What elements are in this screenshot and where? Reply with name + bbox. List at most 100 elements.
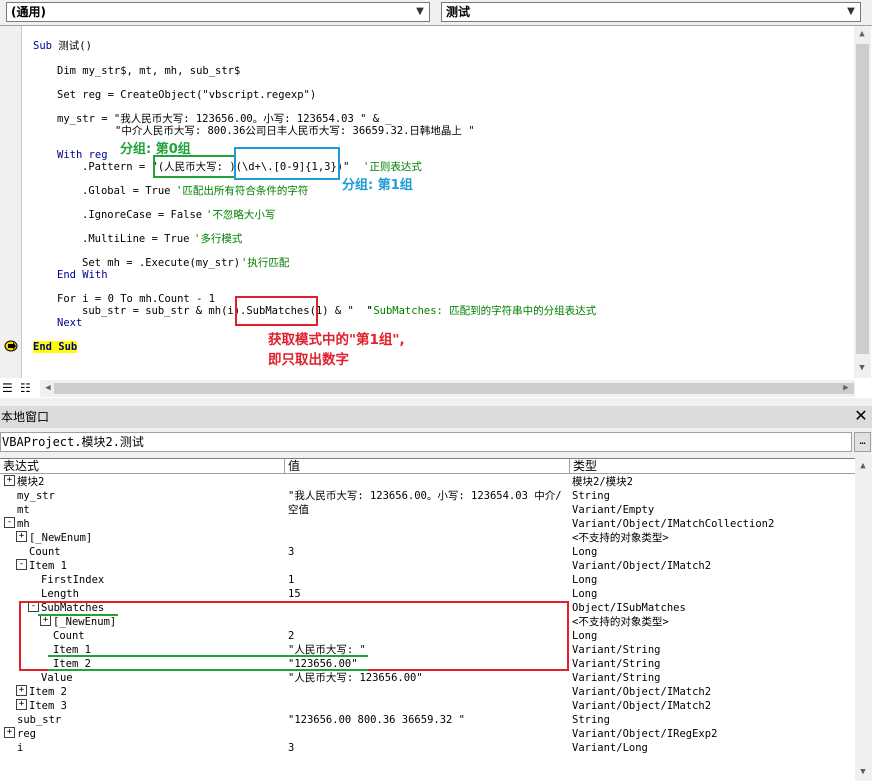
scroll-up-icon[interactable]: ▲ <box>855 458 871 474</box>
row-expression: Count <box>29 546 61 558</box>
locals-row[interactable]: Length 15 Long <box>0 587 855 601</box>
submatches-underline <box>38 614 118 616</box>
row-expression: mh <box>17 518 30 530</box>
expand-icon[interactable]: + <box>4 475 15 486</box>
row-type: Variant/Object/IRegExp2 <box>572 728 718 740</box>
expand-icon[interactable]: + <box>4 727 15 738</box>
row-value[interactable]: 15 <box>288 587 570 601</box>
editor-horizontal-scrollbar[interactable]: ◀ ▶ <box>40 380 855 397</box>
row-type: Long <box>572 546 598 558</box>
item1-underline <box>48 655 368 657</box>
row-value[interactable]: 空值 <box>288 503 570 517</box>
code-line: Next <box>57 317 83 329</box>
code-line: Set reg = CreateObject("vbscript.regexp"… <box>57 89 317 101</box>
locals-row[interactable]: Value "人民币大写: 123656.00" Variant/String <box>0 671 855 685</box>
collapse-icon[interactable]: - <box>4 517 15 528</box>
row-expression: FirstIndex <box>41 574 105 586</box>
procedure-combo[interactable]: 测试 ▼ <box>441 2 861 22</box>
chevron-down-icon[interactable]: ▼ <box>412 4 428 20</box>
expand-icon[interactable]: + <box>16 699 27 710</box>
locals-row[interactable]: - mh Variant/Object/IMatchCollection2 <box>0 517 855 531</box>
locals-vertical-scrollbar[interactable]: ▲ ▼ <box>855 458 872 781</box>
row-type: Object/ISubMatches <box>572 602 686 614</box>
locals-window-titlebar: 本地窗口 ✕ <box>0 406 872 428</box>
column-header-type[interactable]: 类型 <box>570 459 855 474</box>
scroll-up-icon[interactable]: ▲ <box>854 26 870 42</box>
locals-row[interactable]: - Item 1 Variant/Object/IMatch2 <box>0 559 855 573</box>
code-comment: 'SubMatches: 匹配到的字符串中的分组表达式 <box>367 305 597 317</box>
row-type: Variant/Object/IMatch2 <box>572 686 712 698</box>
locals-window-title: 本地窗口 <box>1 410 50 424</box>
expand-icon[interactable]: + <box>16 531 27 542</box>
full-module-view-icon[interactable]: ☷ <box>20 381 31 395</box>
row-type: <不支持的对象类型> <box>572 616 669 628</box>
editor-vertical-scrollbar[interactable]: ▲ ▼ <box>854 26 871 378</box>
row-expression: 模块2 <box>17 476 45 488</box>
call-stack-context: VBAProject.模块2.测试 <box>0 432 852 452</box>
locals-row[interactable]: sub_str "123656.00 800.36 36659.32 " Strin… <box>0 713 855 727</box>
row-value[interactable]: "人民币大写: 123656.00" <box>288 671 570 685</box>
locals-row[interactable]: Count 3 Long <box>0 545 855 559</box>
locals-row[interactable]: + Item 2 Variant/Object/IMatch2 <box>0 685 855 699</box>
row-expression: Length <box>41 588 79 600</box>
object-combo-value: (通用) <box>11 5 46 19</box>
margin-indicator-bar[interactable] <box>0 26 22 378</box>
group0-highlight-box <box>153 155 236 178</box>
code-line: .Global = True <box>82 185 171 197</box>
column-header-value[interactable]: 值 <box>285 459 570 474</box>
locals-grid[interactable]: 表达式 值 类型 + 模块2 模块2/模块2 my_str "我人民币大写: 12365… <box>0 458 855 781</box>
proc-name: 测试() <box>58 40 92 52</box>
chevron-down-icon[interactable]: ▼ <box>843 4 859 20</box>
locals-row[interactable]: FirstIndex 1 Long <box>0 573 855 587</box>
scroll-down-icon[interactable]: ▼ <box>855 764 871 780</box>
column-header-expression[interactable]: 表达式 <box>0 459 285 474</box>
scroll-thumb[interactable] <box>54 383 854 394</box>
row-type: 模块2/模块2 <box>572 476 633 488</box>
code-comment: '执行匹配 <box>241 257 290 269</box>
object-combo[interactable]: (通用) ▼ <box>6 2 430 22</box>
code-comment: '不忽略大小写 <box>206 209 276 221</box>
group1-annotation: 分组: 第1组 <box>342 178 413 193</box>
submatches-annotation-line1: 获取模式中的"第1组", <box>268 332 405 348</box>
code-line: End With <box>57 269 108 281</box>
code-line: .MultiLine = True <box>82 233 190 245</box>
row-expression: sub_str <box>17 714 62 726</box>
execution-pointer-icon <box>4 340 18 352</box>
close-icon[interactable]: ✕ <box>852 407 870 425</box>
row-value[interactable]: 1 <box>288 573 570 587</box>
expand-icon[interactable]: + <box>16 685 27 696</box>
code-line: sub_str = sub_str & mh(i).SubMatches(1) … <box>82 305 373 317</box>
scroll-thumb[interactable] <box>856 44 869 354</box>
scroll-right-icon[interactable]: ▶ <box>838 380 854 396</box>
row-type: Variant/Object/IMatchCollection2 <box>572 518 775 530</box>
code-line: For i = 0 To mh.Count - 1 <box>57 293 216 305</box>
code-comment: '多行模式 <box>194 233 243 245</box>
scroll-down-icon[interactable]: ▼ <box>854 360 870 376</box>
row-value[interactable]: "123656.00 800.36 36659.32 " <box>288 713 570 727</box>
submatches-annotation-line2: 即只取出数字 <box>268 352 349 368</box>
current-statement: End Sub <box>33 341 78 353</box>
row-value[interactable]: 3 <box>288 741 570 755</box>
procedure-view-icon[interactable]: ☰ <box>2 381 13 395</box>
locals-row[interactable]: i 3 Variant/Long <box>0 741 855 755</box>
row-value[interactable]: 3 <box>288 545 570 559</box>
locals-row[interactable]: mt 空值 Variant/Empty <box>0 503 855 517</box>
row-value[interactable]: "我人民币大写: 123656.00。小写: 123654.03 中介/ <box>288 489 570 503</box>
row-expression: reg <box>17 728 36 740</box>
code-line: .IgnoreCase = False <box>82 209 203 221</box>
call-stack-button[interactable]: … <box>854 432 871 452</box>
locals-row[interactable]: + 模块2 模块2/模块2 <box>0 475 855 489</box>
code-comment: '匹配出所有符合条件的字符 <box>176 185 309 197</box>
locals-row[interactable]: + [_NewEnum] <不支持的对象类型> <box>0 531 855 545</box>
keyword: Sub <box>33 40 52 52</box>
row-type: String <box>572 490 610 502</box>
locals-row[interactable]: + reg Variant/Object/IRegExp2 <box>0 727 855 741</box>
collapse-icon[interactable]: - <box>16 559 27 570</box>
locals-row[interactable]: + Item 3 Variant/Object/IMatch2 <box>0 699 855 713</box>
group0-annotation: 分组: 第0组 <box>120 142 191 157</box>
submatches-group-highlight <box>19 601 569 671</box>
locals-row[interactable]: my_str "我人民币大写: 123656.00。小写: 123654.03 中… <box>0 489 855 503</box>
code-line: Set mh = .Execute(my_str) <box>82 257 241 269</box>
row-type: <不支持的对象类型> <box>572 532 669 544</box>
code-editor[interactable]: Sub 测试() Dim my_str$, mt, mh, sub_str$ S… <box>0 25 872 398</box>
